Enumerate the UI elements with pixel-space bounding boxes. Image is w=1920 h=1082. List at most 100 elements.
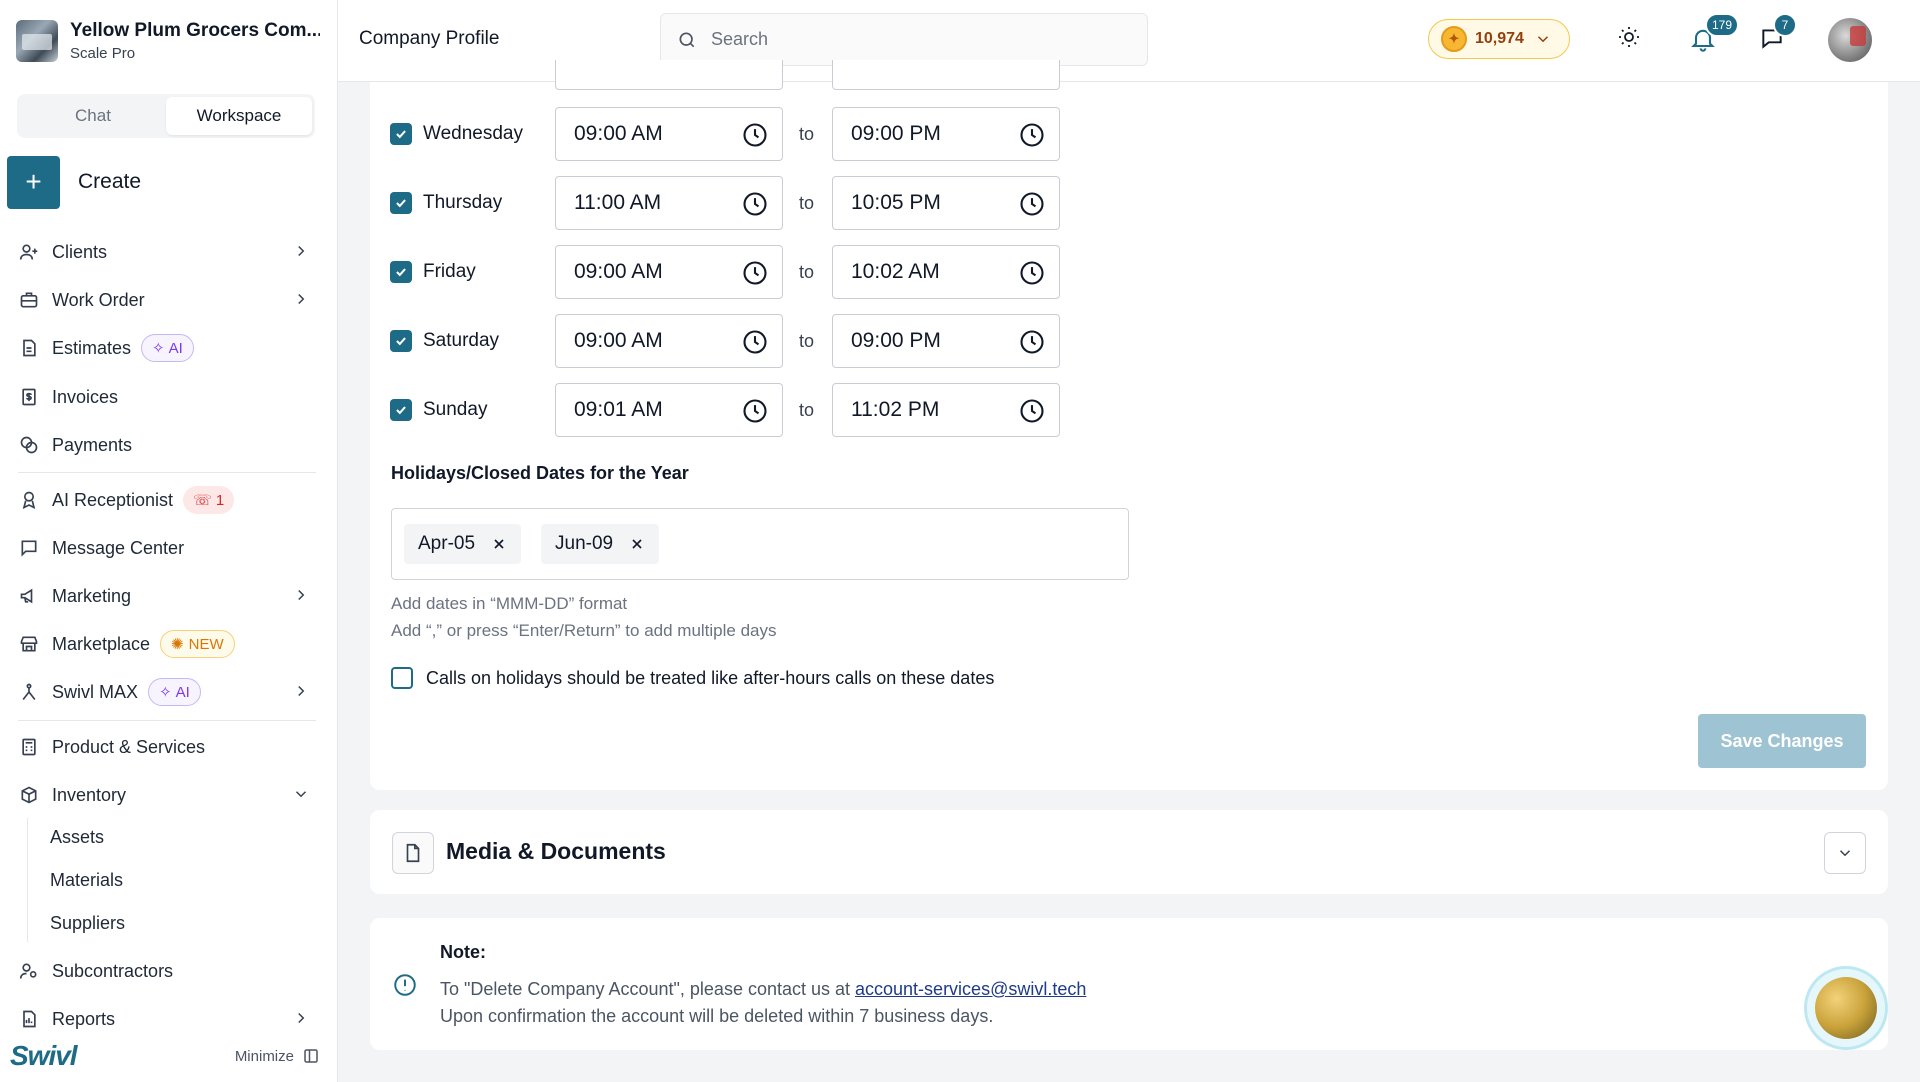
sidebar-item-product-services[interactable]: Product & Services: [18, 727, 316, 767]
after-hours-label: Calls on holidays should be treated like…: [426, 667, 995, 688]
sidebar-item-marketing[interactable]: Marketing: [18, 576, 316, 616]
search-input[interactable]: [711, 29, 1111, 50]
expand-toggle[interactable]: [1824, 832, 1866, 874]
messages-count: 7: [1773, 13, 1797, 37]
holiday-tag-label: Jun-09: [555, 533, 614, 554]
messages-button[interactable]: 7: [1759, 13, 1797, 51]
close-time-input[interactable]: 09:00 PM: [832, 107, 1060, 161]
day-checkbox[interactable]: [390, 123, 412, 145]
search-bar[interactable]: [660, 13, 1148, 66]
sidebar-subitem-materials[interactable]: Materials: [50, 870, 123, 891]
close-icon[interactable]: [491, 536, 507, 552]
sidebar-item-work-order[interactable]: Work Order: [18, 280, 316, 320]
previous-row-close-time: [832, 60, 1060, 90]
document-icon: [18, 337, 40, 359]
company-switcher[interactable]: Yellow Plum Grocers Com... Scale Pro: [16, 16, 322, 66]
close-icon[interactable]: [629, 536, 645, 552]
create-button[interactable]: + Create: [7, 155, 141, 209]
tab-workspace[interactable]: Workspace: [166, 97, 312, 135]
missed-call-badge: ☏ 1: [183, 486, 235, 514]
to-label: to: [799, 330, 815, 351]
store-icon: [18, 633, 40, 655]
sidebar-item-label: Work Order: [52, 289, 145, 310]
new-badge-label: NEW: [188, 635, 224, 653]
sidebar-item-label: AI Receptionist: [52, 489, 174, 510]
after-hours-checkbox-row[interactable]: Calls on holidays should be treated like…: [391, 667, 994, 689]
clock-icon: [1018, 259, 1046, 287]
open-time-input[interactable]: 11:00 AM: [555, 176, 783, 230]
close-time-input[interactable]: 10:02 AM: [832, 245, 1060, 299]
ai-assistant-button[interactable]: [1804, 966, 1888, 1050]
clock-icon: [1018, 397, 1046, 425]
sidebar-item-subcontractors[interactable]: Subcontractors: [18, 951, 316, 991]
ai-badge: ✧ AI: [141, 334, 194, 362]
minimize-button[interactable]: Minimize: [235, 1047, 320, 1065]
notifications-count: 179: [1705, 13, 1740, 37]
sidebar-item-label: Estimates: [52, 337, 132, 358]
notifications-button[interactable]: 179: [1689, 13, 1740, 53]
to-label: to: [799, 192, 815, 213]
submenu-guide-line: [27, 818, 28, 942]
holiday-tag-label: Apr-05: [418, 533, 476, 554]
credits-value: 10,974: [1475, 30, 1524, 47]
day-checkbox[interactable]: [390, 261, 412, 283]
sidebar-item-estimates[interactable]: Estimates ✧ AI: [18, 328, 316, 368]
sidebar-item-ai-receptionist[interactable]: AI Receptionist ☏ 1: [18, 480, 316, 520]
note-text: To "Delete Company Account", please cont…: [440, 979, 856, 999]
tab-chat[interactable]: Chat: [20, 97, 166, 135]
divider: [18, 720, 316, 721]
open-time-input[interactable]: 09:00 AM: [555, 245, 783, 299]
sparkle-icon: ✧: [152, 340, 165, 357]
note-line-2: Upon confirmation the account will be de…: [440, 1006, 994, 1026]
day-checkbox[interactable]: [390, 192, 412, 214]
file-icon: [392, 832, 434, 874]
hours-row-sunday: Sunday 09:01 AM to 11:02 PM: [390, 383, 1060, 437]
sidebar-item-reports[interactable]: Reports: [18, 999, 316, 1039]
hours-row-friday: Friday 09:00 AM to 10:02 AM: [390, 245, 1060, 299]
search-icon: [677, 30, 697, 50]
close-time-input[interactable]: 09:00 PM: [832, 314, 1060, 368]
sidebar-subitem-suppliers[interactable]: Suppliers: [50, 913, 125, 934]
sidebar-item-label: Marketplace: [52, 633, 151, 654]
clock-icon: [741, 397, 769, 425]
delete-account-note: Note: To "Delete Company Account", pleas…: [370, 918, 1888, 1050]
chevron-down-icon: [1836, 844, 1854, 862]
sidebar-item-payments[interactable]: Payments: [18, 425, 316, 465]
sidebar-item-label: Invoices: [52, 386, 119, 407]
credits-balance[interactable]: ✦ 10,974: [1428, 19, 1570, 59]
previous-row-open-time: [555, 60, 783, 90]
sidebar-item-label: Product & Services: [52, 736, 206, 757]
sidebar-item-marketplace[interactable]: Marketplace ✺ NEW: [18, 624, 316, 664]
to-label: to: [799, 261, 815, 282]
close-time-input[interactable]: 10:05 PM: [832, 176, 1060, 230]
holidays-tag-input[interactable]: Apr-05 Jun-09: [391, 508, 1129, 580]
day-label: Wednesday: [423, 123, 523, 144]
report-icon: [18, 1008, 40, 1030]
open-time-input[interactable]: 09:00 AM: [555, 107, 783, 161]
theme-toggle-button[interactable]: [1617, 25, 1641, 49]
day-checkbox[interactable]: [390, 330, 412, 352]
sidebar-item-inventory[interactable]: Inventory: [18, 775, 316, 815]
info-icon: [392, 972, 418, 998]
save-changes-button[interactable]: Save Changes: [1698, 714, 1866, 768]
sidebar-item-message-center[interactable]: Message Center: [18, 528, 316, 568]
chevron-down-icon: [1534, 30, 1552, 48]
support-email-link[interactable]: account-services@swivl.tech: [855, 979, 1086, 999]
sidebar-item-swivl-max[interactable]: Swivl MAX ✧ AI: [18, 672, 316, 712]
open-time-input[interactable]: 09:01 AM: [555, 383, 783, 437]
open-time-value: 09:01 AM: [574, 398, 663, 421]
company-logo: [16, 20, 58, 62]
user-avatar[interactable]: [1828, 18, 1872, 62]
after-hours-checkbox[interactable]: [391, 667, 413, 689]
sidebar-item-invoices[interactable]: Invoices: [18, 377, 316, 417]
media-documents-card[interactable]: Media & Documents: [370, 810, 1888, 894]
ai-badge-label: AI: [175, 683, 190, 701]
close-time-input[interactable]: 11:02 PM: [832, 383, 1060, 437]
sidebar-item-label: Inventory: [52, 784, 127, 805]
day-checkbox[interactable]: [390, 399, 412, 421]
sidebar: Yellow Plum Grocers Com... Scale Pro Cha…: [0, 0, 338, 1082]
sidebar-item-clients[interactable]: Clients: [18, 232, 316, 272]
open-time-value: 11:00 AM: [574, 191, 662, 214]
sidebar-subitem-assets[interactable]: Assets: [50, 827, 104, 848]
open-time-input[interactable]: 09:00 AM: [555, 314, 783, 368]
